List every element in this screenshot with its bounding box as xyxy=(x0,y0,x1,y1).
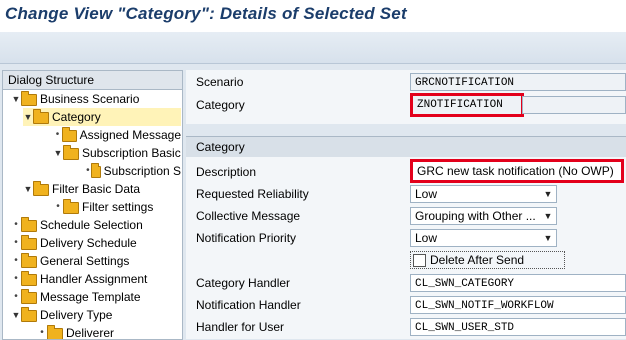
tree-item-label: Business Scenario xyxy=(40,92,140,106)
folder-icon xyxy=(63,144,79,160)
bullet-icon: • xyxy=(86,165,90,176)
category-key-field: ZNOTIFICATION xyxy=(410,93,524,117)
category-label: Category xyxy=(196,98,245,112)
tree-item-label: Subscription S xyxy=(103,164,181,178)
description-value: GRC new task notification (No OWP) xyxy=(417,164,614,178)
collective-message-value: Grouping with Other ... xyxy=(415,209,536,223)
scenario-label: Scenario xyxy=(196,75,244,89)
toolbar xyxy=(0,32,626,64)
tree-item-label: Delivery Type xyxy=(40,308,113,322)
tree-item-business-scenario[interactable]: ▼ Business Scenario xyxy=(11,90,181,108)
category-group: Category Description GRC new task notifi… xyxy=(186,136,626,339)
expand-arrow-icon[interactable]: ▼ xyxy=(23,180,33,198)
folder-icon xyxy=(21,216,37,232)
tree-item-subscription-basic[interactable]: ▼ Subscription Basic xyxy=(53,144,181,162)
category-handler-value: CL_SWN_CATEGORY xyxy=(415,278,515,290)
tree-item-label: Filter settings xyxy=(82,200,154,214)
tree-item-label: Assigned Message xyxy=(79,128,181,142)
scenario-field: GRCNOTIFICATION xyxy=(410,73,626,91)
notification-priority-select[interactable]: Low ▼ xyxy=(410,229,557,247)
bullet-icon: • xyxy=(56,201,60,212)
tree-item-general-settings[interactable]: • General Settings xyxy=(11,252,181,270)
expand-arrow-icon[interactable]: ▼ xyxy=(23,108,33,126)
category-key-value: ZNOTIFICATION xyxy=(417,99,503,111)
bullet-icon: • xyxy=(14,255,18,266)
detail-pane: Scenario GRCNOTIFICATION Category ZNOTIF… xyxy=(186,70,626,339)
tree-item-handler-assignment[interactable]: • Handler Assignment xyxy=(11,270,181,288)
folder-icon xyxy=(21,234,37,250)
tree-item-category[interactable]: ▼ Category xyxy=(23,108,181,126)
expand-arrow-icon[interactable]: ▼ xyxy=(11,306,21,324)
tree-item-filter-settings[interactable]: • Filter settings xyxy=(53,198,181,216)
folder-icon xyxy=(33,108,49,124)
folder-icon xyxy=(21,90,37,106)
folder-icon xyxy=(62,126,77,142)
handler-for-user-label: Handler for User xyxy=(196,320,285,334)
dialog-structure-header: Dialog Structure xyxy=(3,71,182,90)
key-fields-panel: Scenario GRCNOTIFICATION Category ZNOTIF… xyxy=(186,70,626,124)
chevron-down-icon[interactable]: ▼ xyxy=(540,230,556,246)
handler-for-user-input[interactable]: CL_SWN_USER_STD xyxy=(410,318,626,336)
tree-item-schedule-selection[interactable]: • Schedule Selection xyxy=(11,216,181,234)
tree-item-label: Subscription Basic xyxy=(82,146,181,160)
title-bar: Change View "Category": Details of Selec… xyxy=(0,0,626,32)
description-label: Description xyxy=(196,165,257,179)
folder-icon xyxy=(33,180,49,196)
page-title: Change View "Category": Details of Selec… xyxy=(5,4,407,23)
folder-icon xyxy=(63,198,79,214)
tree-item-delivery-schedule[interactable]: • Delivery Schedule xyxy=(11,234,181,252)
folder-icon xyxy=(21,288,37,304)
folder-icon xyxy=(21,306,37,322)
notification-priority-label: Notification Priority xyxy=(196,231,297,245)
tree-item-label: Category xyxy=(52,110,101,124)
scenario-value: GRCNOTIFICATION xyxy=(415,77,515,89)
dialog-structure-pane: Dialog Structure ▼ Business Scenario ▼ C… xyxy=(2,70,183,340)
category-handler-label: Category Handler xyxy=(196,276,291,290)
handler-for-user-value: CL_SWN_USER_STD xyxy=(415,322,515,334)
requested-reliability-value: Low xyxy=(415,187,438,201)
tree-item-label: Delivery Schedule xyxy=(40,236,137,250)
tree-item-label: Message Template xyxy=(40,290,141,304)
description-input[interactable]: GRC new task notification (No OWP) xyxy=(410,159,624,183)
tree-item-assigned-message[interactable]: • Assigned Message xyxy=(53,126,181,144)
folder-icon xyxy=(21,270,37,286)
tree-item-label: Filter Basic Data xyxy=(52,182,141,196)
tree-item-subscription-s[interactable]: • Subscription S xyxy=(85,162,181,180)
notification-handler-label: Notification Handler xyxy=(196,298,301,312)
category-key-field-rest xyxy=(522,96,626,114)
bullet-icon: • xyxy=(55,129,60,140)
notification-handler-value: CL_SWN_NOTIF_WORKFLOW xyxy=(415,300,554,312)
folder-icon xyxy=(21,252,37,268)
bullet-icon: • xyxy=(14,237,18,248)
notification-priority-value: Low xyxy=(415,231,438,245)
delete-after-send-label: Delete After Send xyxy=(430,253,525,267)
chevron-down-icon[interactable]: ▼ xyxy=(540,186,556,202)
collective-message-select[interactable]: Grouping with Other ... ▼ xyxy=(410,207,557,225)
collective-message-label: Collective Message xyxy=(196,209,301,223)
tree-item-filter-basic-data[interactable]: ▼ Filter Basic Data xyxy=(23,180,181,198)
category-handler-input[interactable]: CL_SWN_CATEGORY xyxy=(410,274,626,292)
category-group-title: Category xyxy=(186,137,626,157)
notification-handler-input[interactable]: CL_SWN_NOTIF_WORKFLOW xyxy=(410,296,626,314)
bullet-icon: • xyxy=(14,219,18,230)
tree-item-label: Schedule Selection xyxy=(40,218,143,232)
delete-after-send-toggle[interactable]: Delete After Send xyxy=(410,251,565,269)
expand-arrow-icon[interactable]: ▼ xyxy=(53,144,63,162)
bullet-icon: • xyxy=(14,291,18,302)
tree-item-message-template[interactable]: • Message Template xyxy=(11,288,181,306)
expand-arrow-icon[interactable]: ▼ xyxy=(11,90,21,108)
chevron-down-icon[interactable]: ▼ xyxy=(540,208,556,224)
requested-reliability-select[interactable]: Low ▼ xyxy=(410,185,557,203)
delete-after-send-checkbox[interactable] xyxy=(413,253,426,267)
tree-item-label: Handler Assignment xyxy=(40,272,148,286)
tree-item-label: General Settings xyxy=(40,254,130,268)
folder-icon xyxy=(90,162,101,178)
tree-item-delivery-type[interactable]: ▼ Delivery Type xyxy=(11,306,181,324)
bullet-icon: • xyxy=(14,273,18,284)
requested-reliability-label: Requested Reliability xyxy=(196,187,309,201)
